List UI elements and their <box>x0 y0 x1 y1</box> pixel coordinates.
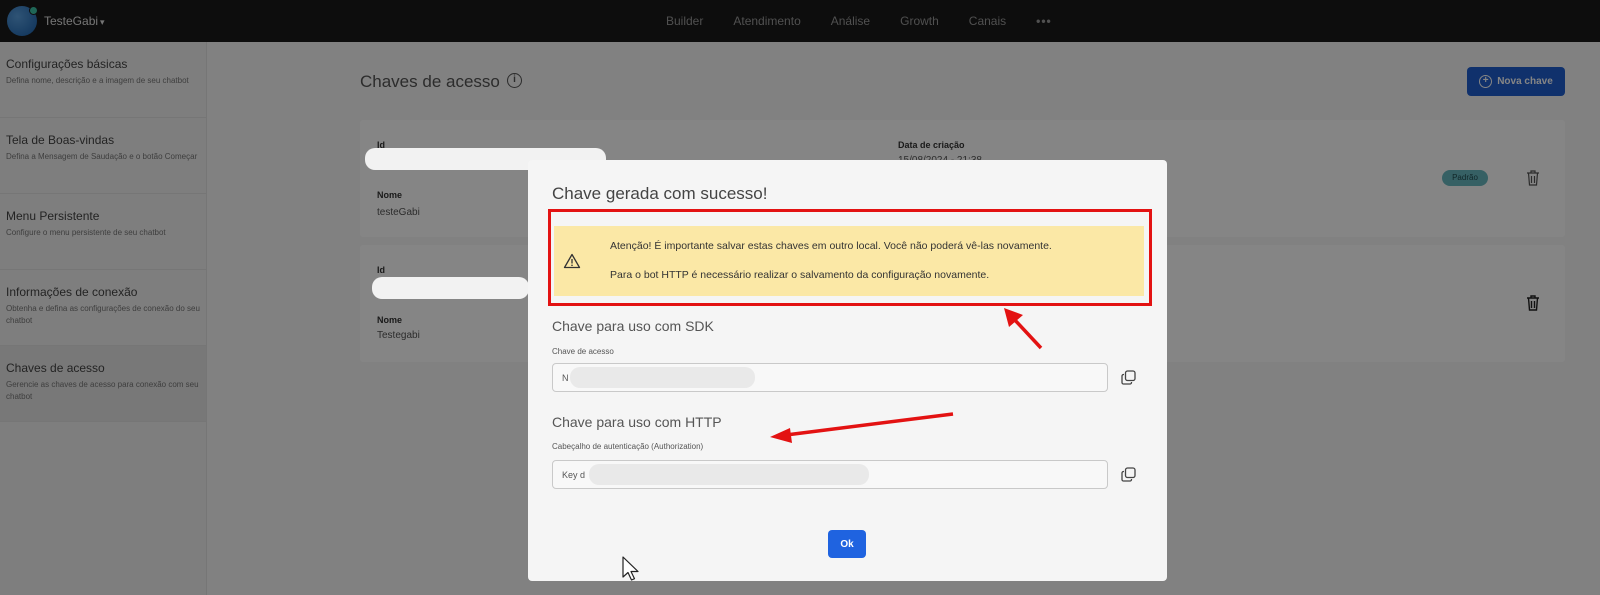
http-section-title: Chave para uso com HTTP <box>552 414 722 430</box>
annotation-highlight-box <box>548 209 1152 306</box>
copy-icon[interactable] <box>1121 467 1136 482</box>
sdk-field-label: Chave de acesso <box>552 347 614 356</box>
sdk-key-value: N <box>562 373 569 383</box>
http-auth-field[interactable]: Key d <box>552 460 1108 489</box>
modal-title: Chave gerada com sucesso! <box>552 184 768 203</box>
ok-button[interactable]: Ok <box>828 530 866 558</box>
mouse-cursor-icon <box>622 556 639 581</box>
http-key-value: Key d <box>562 470 586 480</box>
redacted-key <box>589 464 869 485</box>
redacted-key <box>570 367 755 388</box>
sdk-section-title: Chave para uso com SDK <box>552 318 714 334</box>
sdk-key-field[interactable]: N <box>552 363 1108 392</box>
copy-icon[interactable] <box>1121 370 1136 385</box>
http-field-label: Cabeçalho de autenticação (Authorization… <box>552 442 704 451</box>
redacted-id <box>372 277 529 299</box>
